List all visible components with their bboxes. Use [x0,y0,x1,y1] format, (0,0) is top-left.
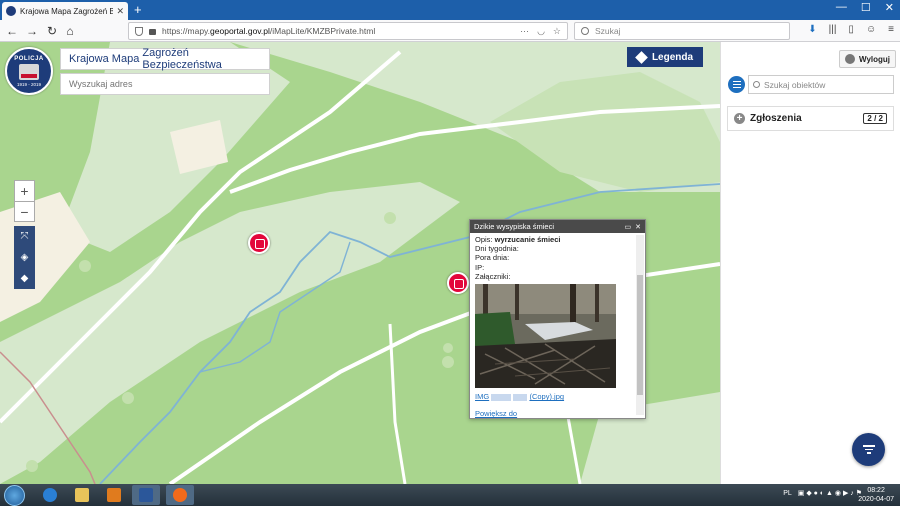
attachment-link-suffix[interactable]: (Copy).jpg [529,392,564,401]
title-part-1: Krajowa Mapa [69,53,143,65]
browser-tab-bar: Krajowa Mapa Zagrożeń Bezpie… ✕ + — ☐ ✕ [0,0,900,20]
sidebar-toggle-icon[interactable]: ▯ [848,24,854,35]
browser-nav-bar: ← → ↻ ⌂ https://mapy. geoportal.gov.pl/iM… [0,20,900,42]
popup-body: Opis: wyrzucanie śmieci Dni tygodnia: Po… [470,233,635,418]
opis-label: Opis: [475,235,493,244]
media-player-app-icon[interactable] [100,485,128,505]
bookmark-star-icon[interactable]: ☆ [553,26,561,37]
hamburger-menu-icon[interactable]: ≡ [888,24,894,35]
popup-maximize-icon[interactable]: ▭ [625,223,632,231]
new-tab-icon[interactable]: + [134,3,142,17]
legend-label: Legenda [651,51,694,63]
language-indicator[interactable]: PL [783,490,792,497]
redacted-filename-2 [513,393,528,401]
lock-user-icon [845,54,856,64]
maximize-icon[interactable]: ☐ [861,1,871,14]
report-marker[interactable] [248,232,270,254]
logo-bottom-text: 1919 - 2019 [16,81,42,87]
forward-icon[interactable]: → [24,23,40,39]
tab-title: Krajowa Mapa Zagrożeń Bezpie… [20,6,114,16]
page-title: Krajowa Mapa Zagrożeń Bezpieczeństwa [60,47,270,71]
popup-title: Dzikie wysypiska śmieci [474,222,555,231]
address-search-input[interactable] [60,73,270,95]
start-button-icon[interactable] [4,485,25,506]
popup-close-icon[interactable]: ✕ [635,223,641,231]
url-path: /iMapLite/KMZBPrivate.html [269,26,376,36]
attachments-label: Załączniki: [475,271,511,281]
opis-value: wyrzucanie śmieci [494,235,561,244]
zoom-control: + − [14,180,35,222]
zoom-out-button[interactable]: − [15,201,34,221]
minimize-icon[interactable]: — [836,1,847,14]
filter-button[interactable] [852,433,885,466]
back-icon[interactable]: ← [4,23,20,39]
dni-label: Dni tygodnia: [475,244,519,254]
close-window-icon[interactable]: ✕ [885,1,894,14]
zgloszenia-panel[interactable]: + Zgłoszenia 2 / 2 [727,106,894,131]
tag-icon[interactable]: ◆ [14,268,35,289]
layers-icon [635,50,648,64]
pocket-icon[interactable]: ◡ [537,26,545,37]
library-icon[interactable]: ||| [829,24,837,35]
zoom-in-button[interactable]: + [15,181,34,201]
browser-tab[interactable]: Krajowa Mapa Zagrożeń Bezpie… ✕ [2,2,128,20]
close-tab-icon[interactable]: ✕ [116,6,124,17]
popup-header: Dzikie wysypiska śmieci ▭ ✕ [470,220,645,233]
logout-label: Wyloguj [859,54,890,64]
map-canvas[interactable]: POLICJA 1919 - 2019 Krajowa Mapa Zagroże… [0,42,720,484]
system-tray: PL ▣ ◆ ● ◐ ▲ ◉ ▶ ♪ ⚑ [783,489,862,498]
logout-button[interactable]: Wyloguj [839,50,896,68]
logo-top-text: POLICJA [14,55,44,62]
locate-icon[interactable]: ◈ [14,247,35,268]
firefox-app-icon[interactable] [166,485,194,505]
clock-date: 2020-04-07 [858,496,894,503]
window-controls: — ☐ ✕ [836,1,894,14]
tray-icons[interactable]: ▣ ◆ ● ◐ ▲ ◉ ▶ ♪ ⚑ [798,489,862,497]
search-icon [581,27,589,35]
attachment-photo[interactable] [475,284,616,389]
map-tools: ⤧ ◈ ◆ [14,226,35,289]
home-icon[interactable]: ⌂ [62,23,78,39]
police-logo: POLICJA 1919 - 2019 [5,47,53,95]
url-domain: geoportal.gov.pl [210,26,270,36]
clock-time: 08:22 [867,487,885,494]
zgloszenia-label: Zgłoszenia [750,113,802,124]
pora-label: Pora dnia: [475,253,510,263]
url-prefix: https://mapy. [162,26,211,36]
ie-app-icon[interactable] [36,485,64,505]
menu-icon[interactable] [728,76,745,93]
lock-icon [149,29,156,35]
more-dots-icon[interactable]: ··· [520,26,529,37]
police-crest-icon [19,63,39,80]
zoom-to-link[interactable]: Powiększ do [475,409,517,418]
search-icon [753,81,760,88]
explorer-app-icon[interactable] [68,485,96,505]
zgloszenia-count: 2 / 2 [863,113,887,124]
ip-label: IP: [475,262,485,272]
clock[interactable]: 08:22 2020-04-07 [858,486,894,504]
browser-search-box[interactable]: Szukaj [574,22,790,40]
url-bar[interactable]: https://mapy. geoportal.gov.pl/iMapLite/K… [128,22,568,40]
reload-icon[interactable]: ↻ [44,23,60,39]
windows-taskbar: PL ▣ ◆ ● ◐ ▲ ◉ ▶ ♪ ⚑ 08:22 2020-04-07 [0,484,900,506]
popup-scrollbar[interactable] [636,235,644,415]
fullscreen-icon[interactable]: ⤧ [14,226,35,247]
expand-plus-icon[interactable]: + [734,113,745,124]
police-favicon-icon [6,6,16,16]
browser-toolbar-right: ⬇ ||| ▯ ☺ ≡ [808,24,894,35]
word-app-icon[interactable] [132,485,160,505]
title-part-2: Zagrożeń Bezpieczeństwa [142,47,222,71]
legend-button[interactable]: Legenda [627,47,703,67]
account-icon[interactable]: ☺ [866,24,876,35]
object-search-placeholder: Szukaj obiektów [764,79,826,90]
feature-popup: Dzikie wysypiska śmieci ▭ ✕ Opis: wyrzuc… [469,219,646,419]
object-search-input[interactable]: Szukaj obiektów [748,75,894,94]
attachment-link-prefix[interactable]: IMG [475,392,489,401]
report-marker-selected[interactable] [447,272,469,294]
sidebar: Wyloguj Szukaj obiektów + Zgłoszenia 2 /… [720,42,900,484]
redacted-filename [491,393,512,401]
shield-icon [135,26,143,36]
browser-search-placeholder: Szukaj [595,26,621,36]
download-icon[interactable]: ⬇ [808,24,816,35]
